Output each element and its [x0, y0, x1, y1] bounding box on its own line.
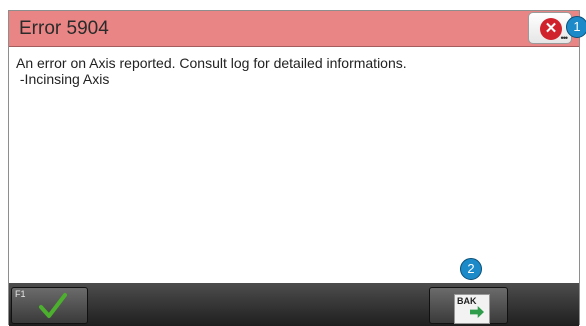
- more-dots-icon: •••: [560, 33, 569, 43]
- callout-marker-2: 2: [460, 258, 482, 280]
- ok-button[interactable]: F1: [11, 287, 88, 324]
- dialog-title: Error 5904: [19, 18, 109, 39]
- bottom-toolbar: F1 BAK: [9, 283, 579, 326]
- document-icon: BAK: [454, 294, 490, 324]
- function-key-label: F1: [15, 289, 26, 299]
- error-dialog: Error 5904 ✕ ••• An error on Axis report…: [8, 10, 580, 326]
- backup-button[interactable]: BAK: [429, 287, 508, 324]
- callout-marker-1: 1: [566, 16, 586, 38]
- dialog-titlebar: Error 5904 ✕ •••: [9, 11, 579, 47]
- error-message: An error on Axis reported. Consult log f…: [16, 55, 407, 87]
- error-message-line: -Incinsing Axis: [16, 71, 110, 87]
- error-message-line: An error on Axis reported. Consult log f…: [16, 55, 407, 71]
- checkmark-icon: [39, 293, 67, 318]
- close-circle-icon: ✕: [540, 18, 562, 40]
- bak-label: BAK: [457, 296, 477, 306]
- backup-export-icon: BAK: [448, 290, 494, 324]
